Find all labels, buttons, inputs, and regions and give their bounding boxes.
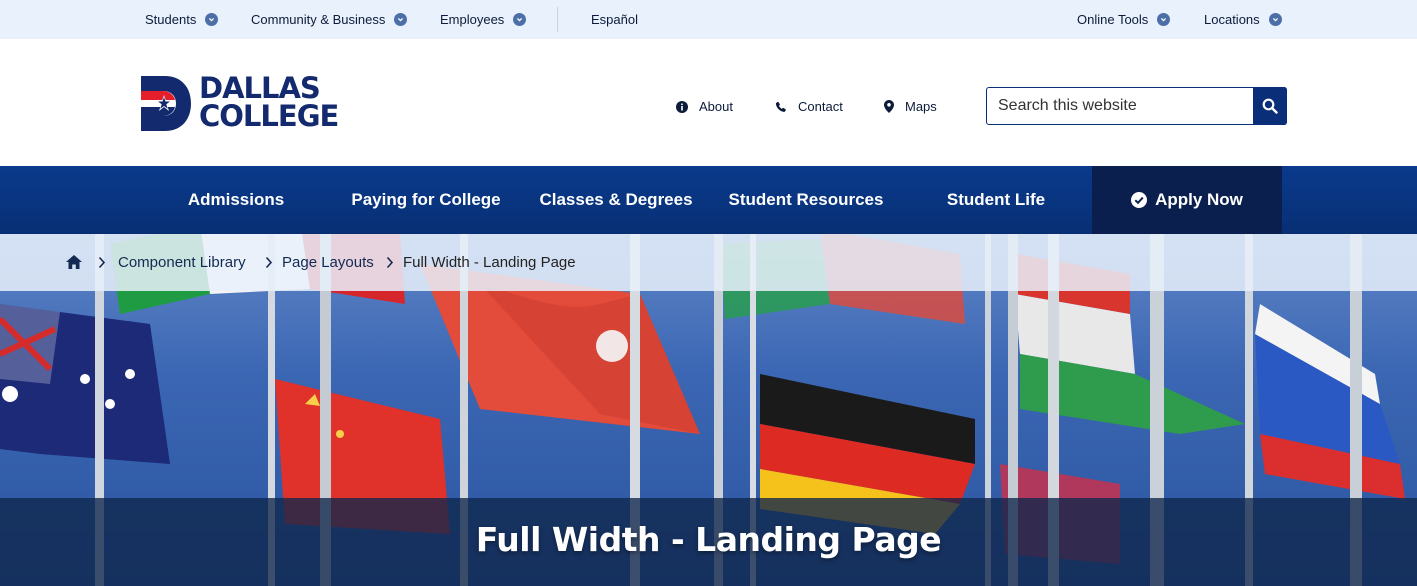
utility-menu-label: Online Tools: [1077, 12, 1149, 27]
search-button[interactable]: [1253, 86, 1287, 125]
header-link-label: Contact: [798, 99, 843, 114]
nav-item-admissions[interactable]: Admissions: [170, 166, 302, 234]
nav-item-label: Admissions: [187, 190, 285, 209]
header-link-contact[interactable]: Contact: [775, 99, 843, 114]
home-icon[interactable]: [66, 255, 82, 269]
breadcrumb-link-page-layouts[interactable]: Page Layouts: [282, 234, 374, 291]
page-title: Full Width - Landing Page: [475, 520, 942, 559]
header-link-about[interactable]: About: [676, 99, 733, 114]
header-link-maps[interactable]: Maps: [884, 99, 937, 114]
apply-now-button[interactable]: Apply Now: [1092, 166, 1282, 234]
nav-item-student-resources[interactable]: Student Resources: [718, 166, 894, 234]
chevron-down-icon: [205, 13, 219, 26]
breadcrumb: Component Library Page Layouts Full Widt…: [0, 234, 1417, 291]
utility-menu-students[interactable]: Students: [145, 0, 219, 39]
breadcrumb-current-page: Full Width - Landing Page: [403, 234, 576, 291]
language-link-espanol[interactable]: Español: [591, 0, 638, 39]
dallas-college-logo[interactable]: DALLAS COLLEGE: [141, 71, 361, 133]
map-marker-icon: [884, 100, 894, 113]
logo-line-2: COLLEGE: [199, 99, 339, 133]
chevron-right-icon: [265, 256, 273, 269]
utility-menu-label: Locations: [1204, 12, 1260, 27]
breadcrumb-label: Full Width - Landing Page: [403, 254, 576, 271]
header-link-label: Maps: [905, 99, 937, 114]
breadcrumb-label: Component Library: [118, 254, 246, 271]
header-link-label: About: [699, 99, 733, 114]
nav-item-label: Paying for College: [351, 190, 501, 209]
phone-icon: [775, 101, 786, 112]
utility-menu-label: Community & Business: [251, 12, 386, 27]
language-label: Español: [591, 12, 638, 27]
apply-now-label: Apply Now: [1155, 190, 1243, 209]
search-input[interactable]: [987, 88, 1253, 123]
site-header: DALLAS COLLEGE About Contact Maps: [0, 39, 1417, 166]
info-icon: [676, 100, 688, 113]
check-circle-icon: [1131, 192, 1148, 208]
nav-item-student-life[interactable]: Student Life: [925, 166, 1067, 234]
nav-item-classes-degrees[interactable]: Classes & Degrees: [531, 166, 701, 234]
search-icon: [1262, 98, 1278, 114]
chevron-down-icon: [1268, 13, 1282, 26]
logo-wordmark: DALLAS COLLEGE: [199, 71, 339, 133]
chevron-down-icon: [394, 13, 408, 26]
breadcrumb-link-component-library[interactable]: Component Library: [118, 234, 246, 291]
nav-item-label: Student Life: [946, 190, 1046, 209]
breadcrumb-label: Page Layouts: [282, 254, 374, 271]
utility-menu-community-business[interactable]: Community & Business: [251, 0, 408, 39]
main-navigation: Admissions Paying for College Classes & …: [0, 166, 1417, 234]
chevron-down-icon: [1157, 13, 1171, 26]
utility-menu-locations[interactable]: Locations: [1204, 0, 1282, 39]
nav-item-label: Student Resources: [728, 190, 884, 209]
site-search: [986, 86, 1287, 125]
utility-menu-label: Employees: [440, 12, 505, 27]
nav-item-label: Classes & Degrees: [539, 190, 693, 209]
utility-menu-employees[interactable]: Employees: [440, 0, 527, 39]
chevron-right-icon: [386, 256, 394, 269]
utility-divider: [557, 7, 558, 32]
utility-menu-label: Students: [145, 12, 197, 27]
utility-bar: Students Community & Business Employees …: [0, 0, 1417, 39]
utility-menu-online-tools[interactable]: Online Tools: [1077, 0, 1171, 39]
chevron-right-icon: [98, 256, 106, 269]
nav-item-paying-for-college[interactable]: Paying for College: [340, 166, 512, 234]
chevron-down-icon: [513, 13, 527, 26]
logo-line-1: DALLAS: [199, 71, 321, 105]
logo-d-star-icon: [141, 76, 191, 131]
